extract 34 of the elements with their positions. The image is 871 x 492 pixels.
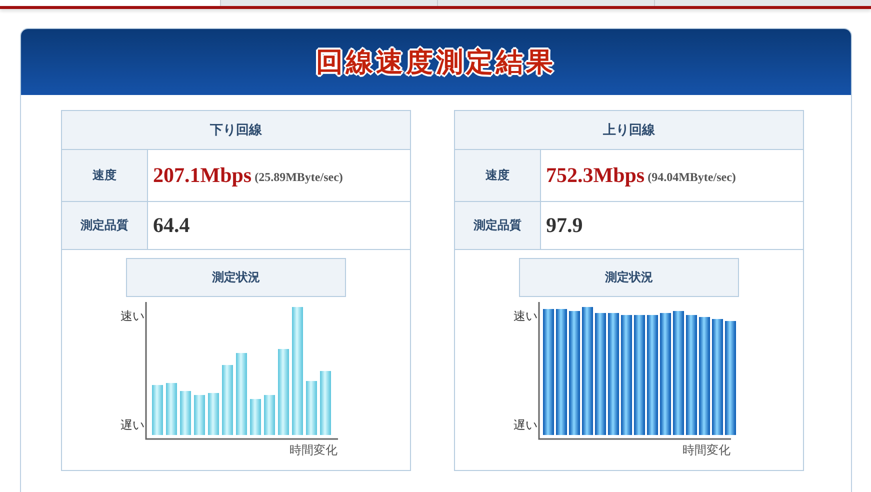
bar <box>166 383 176 435</box>
status-title: 測定状況 <box>605 269 653 286</box>
status-title: 測定状況 <box>212 269 260 286</box>
row-label: 測定品質 <box>62 202 148 249</box>
bar <box>222 365 232 435</box>
bar <box>250 399 260 435</box>
tab[interactable] <box>654 0 871 6</box>
quality-value: 97.9 <box>546 213 583 238</box>
speed-detail: (94.04MByte/sec) <box>648 170 736 185</box>
column-heading: 上り回線 <box>603 122 655 139</box>
axis-label: 時間変化 <box>682 442 730 459</box>
axis-label: 遅い <box>514 417 538 434</box>
row-label: 速度 <box>455 150 541 201</box>
speed-value: 207.1Mbps <box>153 163 252 188</box>
bar <box>320 371 330 435</box>
row-label: 速度 <box>62 150 148 201</box>
axis-label: 速い <box>514 308 538 325</box>
page-title: 回線速度測定結果 <box>316 46 556 80</box>
axis-label: 速い <box>120 308 144 325</box>
bar <box>194 395 204 435</box>
speed-value: 752.3Mbps <box>546 163 645 188</box>
bar <box>264 395 274 435</box>
row-label: 測定品質 <box>455 202 541 249</box>
axis-label: 時間変化 <box>290 442 338 459</box>
speed-detail: (25.89MByte/sec) <box>254 170 343 185</box>
bar <box>208 393 218 435</box>
quality-value: 64.4 <box>153 213 190 238</box>
column-heading: 下り回線 <box>210 122 262 139</box>
tab[interactable] <box>220 0 437 6</box>
bar <box>152 385 162 435</box>
tab[interactable] <box>437 0 654 6</box>
bar <box>180 391 190 435</box>
bar <box>306 381 316 435</box>
axis-label: 遅い <box>120 417 144 434</box>
